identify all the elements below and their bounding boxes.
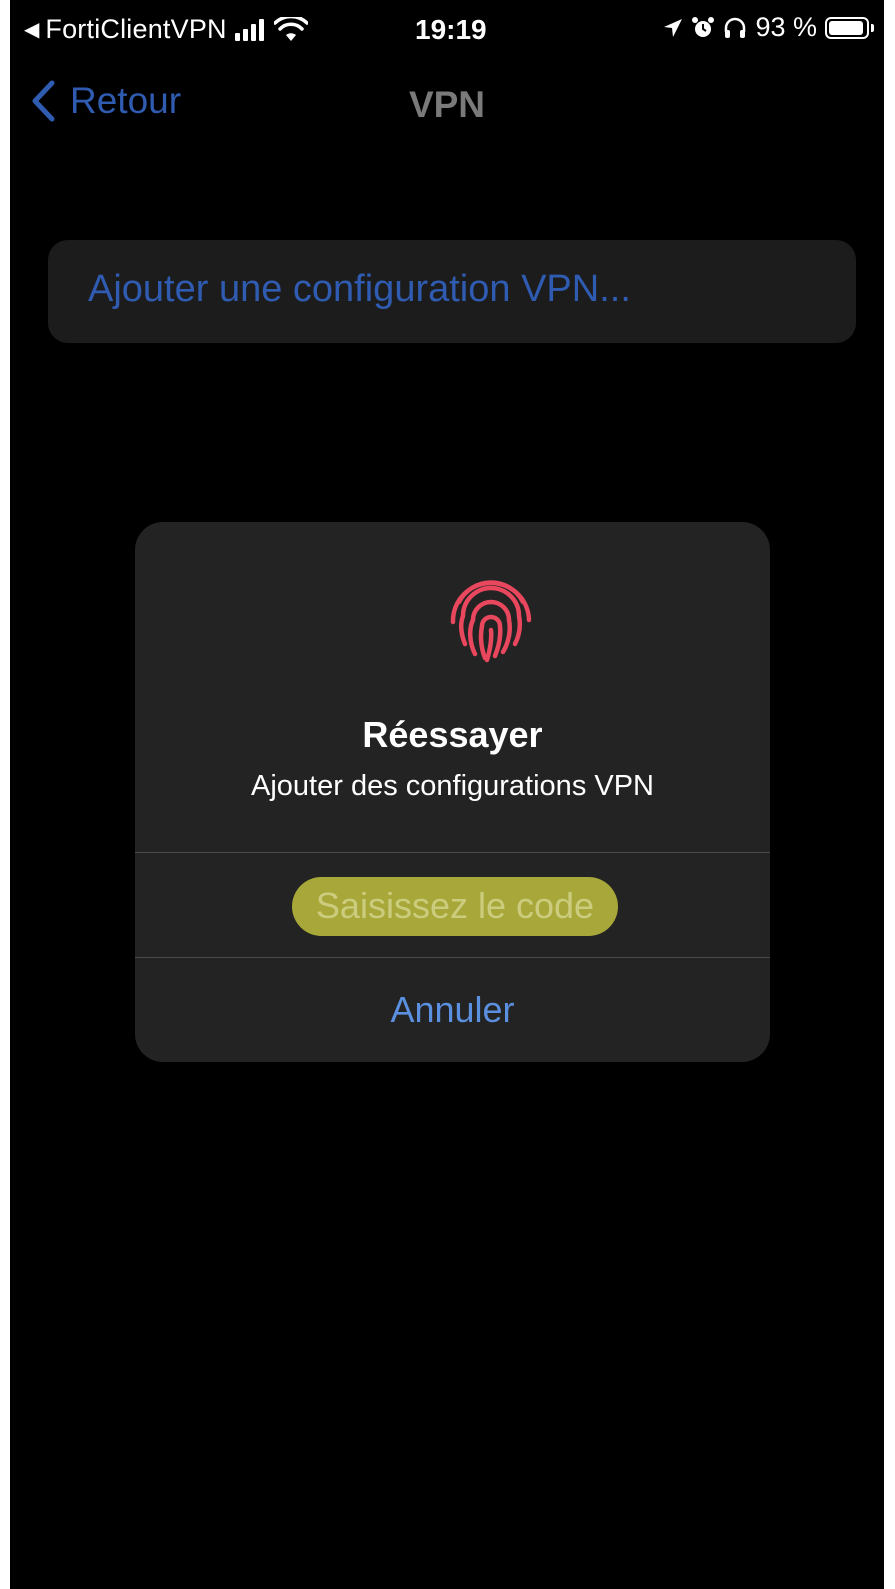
page-title: VPN <box>408 84 486 125</box>
alert-divider-top <box>135 852 770 853</box>
navigation-bar: Retour VPN <box>10 62 884 150</box>
enter-code-button[interactable]: Saisissez le code <box>292 877 618 936</box>
phone-screen: ◀ FortiClientVPN 19:19 93 % Retour VPN A… <box>10 0 884 1589</box>
fingerprint-icon <box>450 580 532 663</box>
cancel-button[interactable]: Annuler <box>135 958 770 1062</box>
add-vpn-configuration-label: Ajouter une configuration VPN... <box>88 268 631 310</box>
battery-percentage: 93 % <box>755 12 817 42</box>
alarm-icon <box>692 16 715 37</box>
status-bar-right: 93 % <box>663 12 874 43</box>
battery-icon <box>825 16 869 39</box>
touch-id-alert: Réessayer Ajouter des configurations VPN… <box>135 522 770 1062</box>
alert-title: Réessayer <box>362 714 543 755</box>
alert-message: Ajouter des configurations VPN <box>251 770 654 802</box>
back-to-app-label[interactable]: FortiClientVPN <box>45 14 226 45</box>
status-bar-left: ◀ FortiClientVPN <box>24 14 308 45</box>
status-time: 19:19 <box>415 14 487 45</box>
add-vpn-configuration-cell[interactable]: Ajouter une configuration VPN... <box>48 240 856 343</box>
wifi-icon <box>273 16 308 41</box>
headphones-icon <box>725 17 746 38</box>
status-bar: ◀ FortiClientVPN 19:19 93 % <box>10 0 884 62</box>
cellular-signal-icon <box>234 18 264 41</box>
battery-cap <box>871 23 874 32</box>
location-arrow-icon <box>664 18 683 37</box>
back-to-app-icon[interactable]: ◀ <box>24 17 39 42</box>
